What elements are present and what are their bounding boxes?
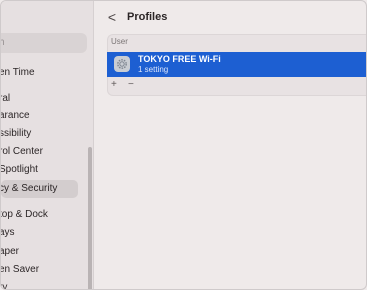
sidebar-item-label: top & Dock <box>0 209 48 220</box>
sidebar-scrollbar[interactable] <box>88 147 92 289</box>
page-title: Profiles <box>127 11 168 23</box>
sidebar-item-wallpaper[interactable]: aper <box>1 243 93 261</box>
sidebar: h en Time ral arance ssibility rol Cente… <box>1 1 94 290</box>
settings-window: h en Time ral arance ssibility rol Cente… <box>0 0 367 290</box>
sidebar-item-accessibility[interactable]: ssibility <box>1 125 93 143</box>
sidebar-item-label: ral <box>0 93 11 104</box>
section-header-user: User <box>111 37 128 46</box>
sidebar-item-siri-spotlight[interactable]: Spotlight <box>1 161 93 179</box>
search-placeholder: h <box>1 33 5 53</box>
sidebar-item-label: en Time <box>0 67 35 78</box>
sidebar-item-label: ssibility <box>0 128 32 139</box>
sidebar-item-label: en Saver <box>0 264 40 275</box>
profile-detail: 1 setting <box>138 65 169 74</box>
search-field[interactable]: h <box>1 33 87 53</box>
sidebar-item-appearance[interactable]: arance <box>1 107 93 125</box>
sidebar-item-screen-time[interactable]: en Time <box>1 64 93 82</box>
sidebar-item-label: aper <box>0 246 20 257</box>
sidebar-item-battery[interactable]: ry <box>1 279 93 290</box>
gear-icon <box>114 56 130 72</box>
sidebar-item-general[interactable]: ral <box>1 90 93 108</box>
profile-name: TOKYO FREE Wi-Fi <box>138 54 221 64</box>
add-profile-button[interactable]: + <box>111 79 117 91</box>
sidebar-item-privacy-security[interactable]: cy & Security <box>1 180 78 198</box>
sidebar-item-displays[interactable]: ays <box>1 224 93 242</box>
back-button[interactable]: < <box>105 9 119 25</box>
sidebar-item-label: arance <box>0 110 30 121</box>
sidebar-item-label: cy & Security <box>0 183 58 194</box>
sidebar-item-control-center[interactable]: rol Center <box>1 143 93 161</box>
sidebar-item-screen-saver[interactable]: en Saver <box>1 261 93 279</box>
sidebar-item-desktop-dock[interactable]: top & Dock <box>1 206 93 224</box>
chevron-left-icon: < <box>107 9 117 25</box>
sidebar-item-label: rol Center <box>0 146 43 157</box>
sidebar-item-label: ry <box>1 282 8 290</box>
sidebar-item-label: ays <box>0 227 15 238</box>
remove-profile-button[interactable]: − <box>128 79 134 91</box>
sidebar-item-label: Spotlight <box>0 164 38 175</box>
